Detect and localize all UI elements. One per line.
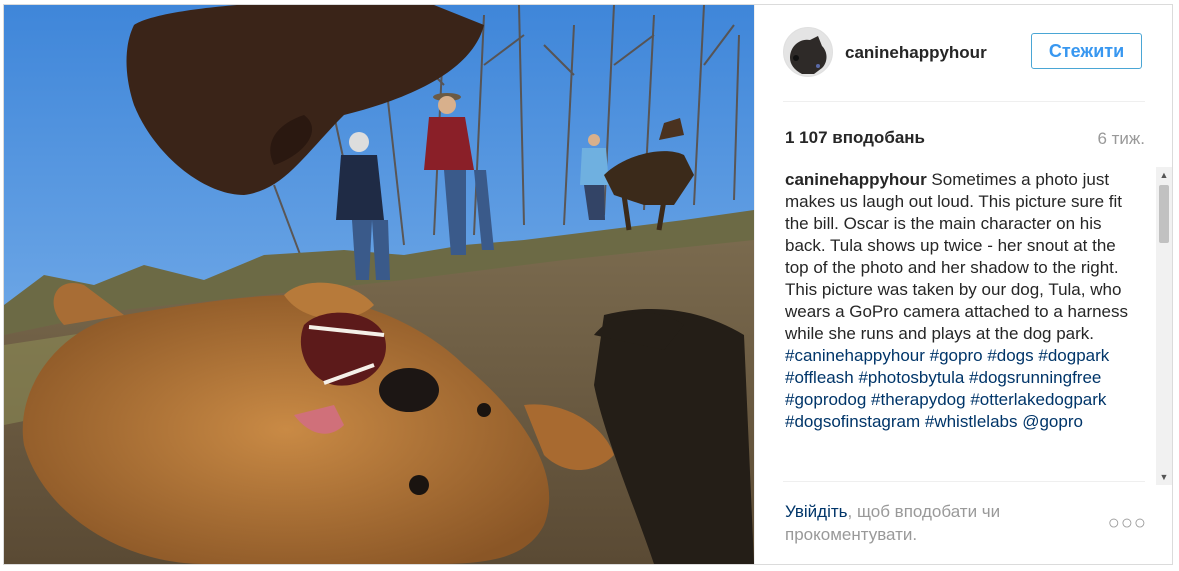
more-dots-icon[interactable]: ○○○	[1108, 512, 1147, 535]
scrollbar-thumb[interactable]	[1159, 185, 1169, 243]
hashtag[interactable]: #whistlelabs	[925, 412, 1018, 431]
login-link[interactable]: Увійдіть	[785, 502, 848, 521]
hashtag[interactable]: #offleash	[785, 368, 854, 387]
hashtag[interactable]: #dogsrunningfree	[969, 368, 1101, 387]
post-container: caninehappyhour Стежити 1 107 вподобань …	[3, 4, 1173, 565]
post-sidebar: caninehappyhour Стежити 1 107 вподобань …	[754, 5, 1173, 564]
likes-count[interactable]: 1 107 вподобань	[785, 128, 925, 148]
hashtag[interactable]: #photosbytula	[858, 368, 964, 387]
post-time[interactable]: 6 тиж.	[1097, 129, 1145, 149]
scroll-down-arrow-icon[interactable]: ▼	[1156, 469, 1172, 485]
post-header: caninehappyhour Стежити	[783, 25, 1145, 79]
dog-avatar-icon	[784, 28, 832, 76]
caption-scroll-area[interactable]: caninehappyhour Sometimes a photo just m…	[785, 169, 1157, 482]
footer-divider	[783, 481, 1145, 482]
hashtag[interactable]: #gopro	[930, 346, 983, 365]
header-username[interactable]: caninehappyhour	[845, 43, 987, 63]
caption-text: Sometimes a photo just makes us laugh ou…	[785, 170, 1129, 343]
mention[interactable]: @gopro	[1022, 412, 1083, 431]
hashtag[interactable]: #goprodog	[785, 390, 866, 409]
follow-button[interactable]: Стежити	[1031, 33, 1142, 69]
header-divider	[783, 101, 1145, 102]
hashtag[interactable]: #dogs	[987, 346, 1033, 365]
hashtag[interactable]: #otterlakedogpark	[970, 390, 1106, 409]
caption: caninehappyhour Sometimes a photo just m…	[785, 169, 1130, 433]
caption-username[interactable]: caninehappyhour	[785, 170, 927, 189]
hashtag[interactable]: #dogsofinstagram	[785, 412, 920, 431]
caption-scrollbar[interactable]: ▲ ▼	[1156, 167, 1172, 485]
hashtag[interactable]: #dogpark	[1038, 346, 1109, 365]
post-photo[interactable]	[4, 5, 754, 564]
hashtag[interactable]: #therapydog	[871, 390, 966, 409]
hashtag[interactable]: #caninehappyhour	[785, 346, 925, 365]
scroll-up-arrow-icon[interactable]: ▲	[1156, 167, 1172, 183]
dog-park-photo	[4, 5, 754, 564]
login-prompt: Увійдіть, щоб вподобати чи прокоментуват…	[785, 500, 1055, 546]
avatar[interactable]	[783, 27, 833, 77]
